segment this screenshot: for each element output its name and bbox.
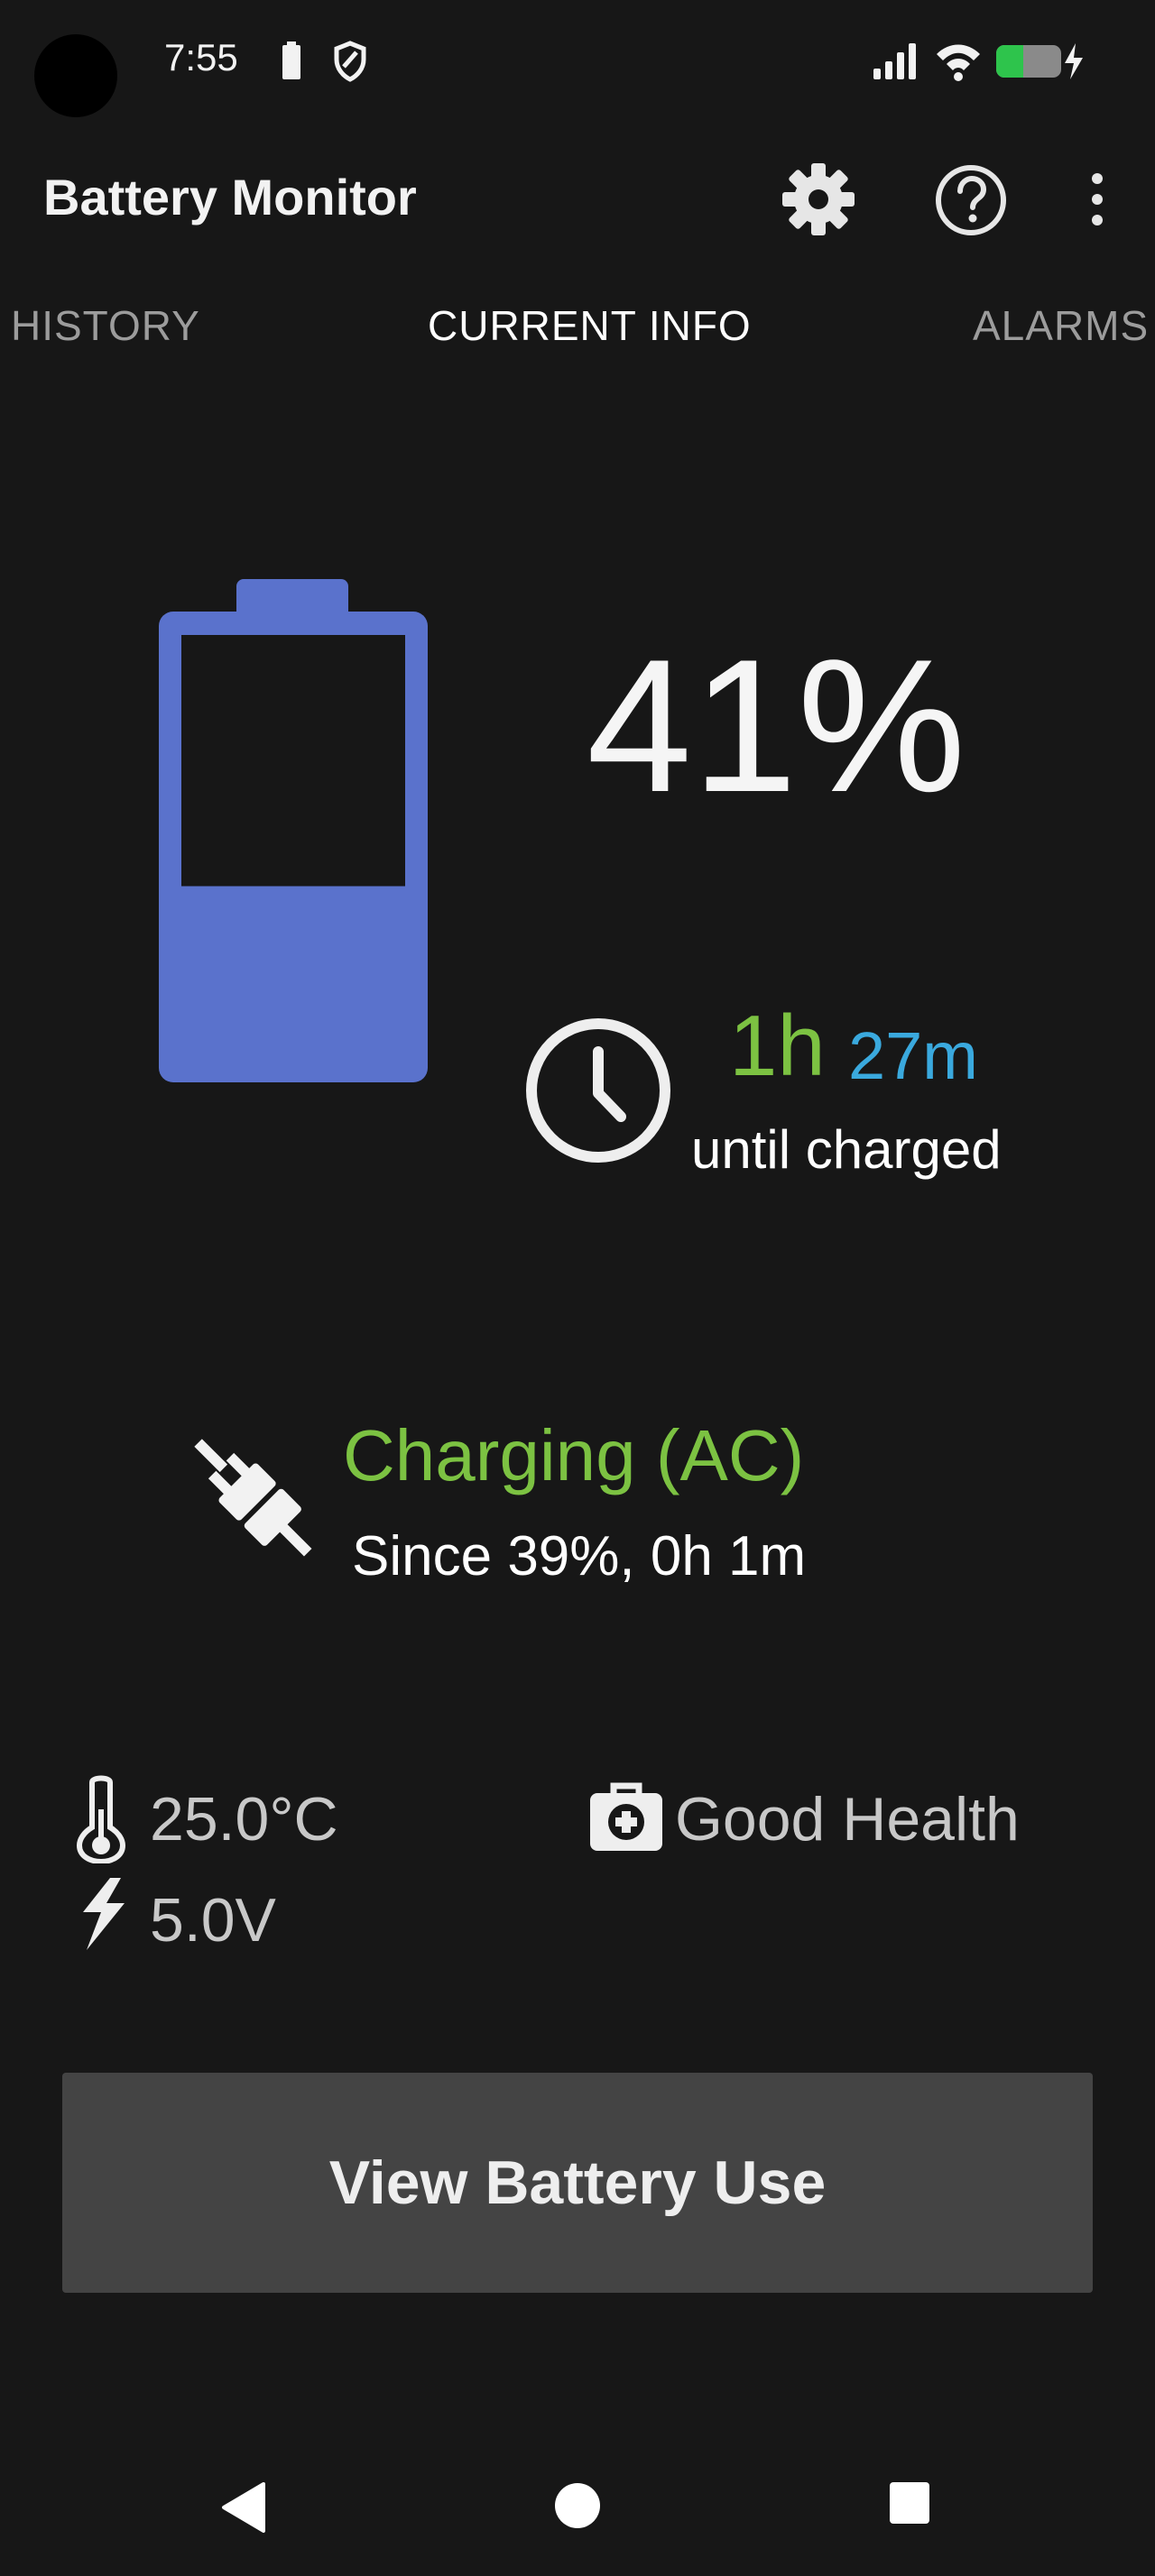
time-label: until charged xyxy=(691,1119,1002,1180)
health-status: Good Health xyxy=(675,1785,1020,1854)
signal-icon xyxy=(873,43,916,79)
health-kit-icon xyxy=(590,1782,662,1851)
bolt-icon xyxy=(83,1878,125,1950)
voltage-value: 5.0V xyxy=(150,1886,276,1955)
tab-history[interactable]: HISTORY xyxy=(11,301,200,350)
app-title: Battery Monitor xyxy=(43,169,417,225)
battery-level-graphic xyxy=(159,579,428,1082)
more-vert-icon[interactable] xyxy=(1079,171,1115,229)
charging-since: Since 39%, 0h 1m xyxy=(352,1525,807,1587)
battery-charging-icon xyxy=(996,43,1083,79)
clock-icon xyxy=(526,1018,670,1163)
plug-icon xyxy=(194,1439,312,1557)
tab-current-info[interactable]: CURRENT INFO xyxy=(428,301,752,350)
temperature-value: 25.0°C xyxy=(150,1785,338,1854)
camera-cutout xyxy=(34,34,117,117)
recents-icon[interactable] xyxy=(888,2480,931,2527)
status-bar: 7:55 xyxy=(0,0,1155,126)
gear-icon[interactable] xyxy=(781,162,855,236)
hours-remaining: 1h xyxy=(729,998,826,1094)
view-battery-use-button[interactable]: View Battery Use xyxy=(62,2073,1093,2293)
wifi-icon xyxy=(937,44,980,81)
help-icon[interactable] xyxy=(933,162,1009,238)
thermometer-icon xyxy=(76,1775,126,1863)
charging-status: Charging (AC) xyxy=(343,1415,805,1495)
minutes-remaining: 27m xyxy=(848,1018,978,1093)
status-time: 7:55 xyxy=(164,36,238,78)
home-icon[interactable] xyxy=(552,2480,603,2531)
back-icon[interactable] xyxy=(218,2480,267,2535)
battery-percent: 41% xyxy=(587,620,966,832)
shield-icon xyxy=(334,41,366,82)
tab-alarms[interactable]: ALARMS xyxy=(973,301,1149,350)
battery-saver-icon xyxy=(282,41,300,79)
